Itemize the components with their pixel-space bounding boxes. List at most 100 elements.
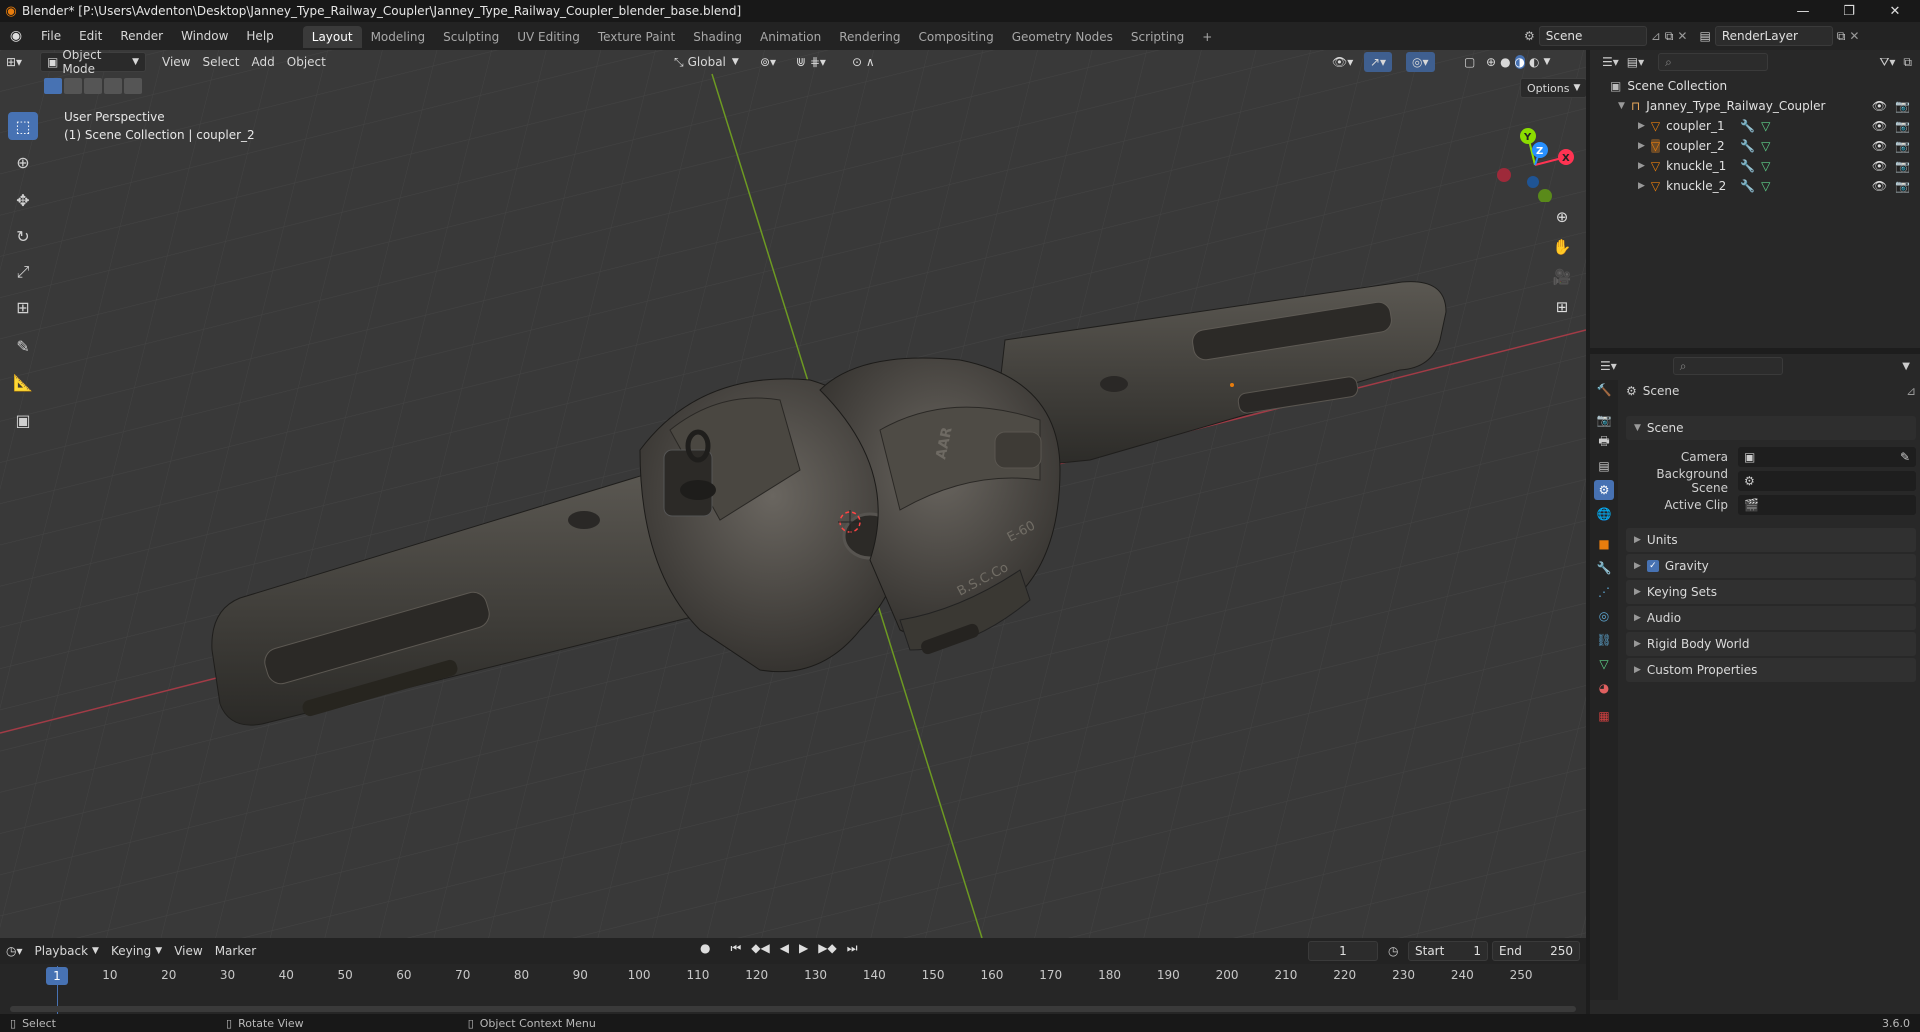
object-tab-icon[interactable]: ■ [1594, 534, 1614, 554]
new-scene-icon[interactable]: ⧉ [1665, 29, 1674, 44]
select-intersect-icon[interactable] [124, 78, 142, 94]
tab-layout[interactable]: Layout [302, 26, 362, 48]
playhead-frame[interactable]: 1 [46, 967, 68, 985]
modifier-icon[interactable]: 🔧 [1740, 139, 1755, 153]
scene-tab-icon[interactable]: ⚙ [1594, 480, 1614, 500]
overlays-toggle-icon[interactable]: ◎▾ [1406, 52, 1435, 72]
expand-down-icon[interactable]: ▼ [1618, 101, 1625, 111]
pin-icon[interactable]: ⊿ [1906, 384, 1916, 398]
timeline-ruler[interactable]: 10 20 30 40 50 60 70 80 90 100 110 120 130 140 150 160 1… [0, 964, 1586, 1014]
navigation-gizmo[interactable]: X Y Z [1490, 112, 1580, 202]
clock-icon[interactable]: ◷ [1388, 944, 1398, 958]
physics-tab-icon[interactable]: ◎ [1594, 606, 1614, 626]
panel-audio[interactable]: ▶ Audio [1626, 606, 1916, 630]
mesh-data-icon[interactable]: ▽ [1761, 179, 1770, 193]
outliner-item-coupler-2[interactable]: ▶ ▽ coupler_2 🔧 ▽ 👁 📷 [1590, 136, 1920, 156]
modifier-icon[interactable]: 🔧 [1740, 159, 1755, 173]
measure-tool-icon[interactable]: 📐 [8, 368, 38, 396]
expand-right-icon[interactable]: ▶ [1638, 121, 1645, 131]
menu-marker[interactable]: Marker [209, 941, 262, 961]
tab-texture-paint[interactable]: Texture Paint [589, 26, 684, 48]
tab-compositing[interactable]: Compositing [909, 26, 1002, 48]
panel-keying-sets[interactable]: ▶ Keying Sets [1626, 580, 1916, 604]
output-tab-icon[interactable]: 🖶 [1594, 432, 1614, 452]
options-dropdown[interactable]: Options ▼ [1520, 78, 1586, 98]
tab-uv-editing[interactable]: UV Editing [508, 26, 589, 48]
transform-tool-icon[interactable]: ⊞ [8, 293, 38, 321]
render-camera-icon[interactable]: 📷 [1895, 179, 1910, 193]
jump-start-icon[interactable]: ⏮ [730, 941, 741, 956]
tab-modeling[interactable]: Modeling [362, 26, 435, 48]
filter-icon[interactable]: ⛛▾ [1879, 55, 1895, 70]
gizmo-toggle-icon[interactable]: ↗▾ [1364, 52, 1393, 72]
add-workspace-button[interactable]: + [1193, 26, 1221, 48]
modifier-icon[interactable]: 🔧 [1740, 179, 1755, 193]
renderlayer-selector[interactable]: RenderLayer [1714, 26, 1833, 46]
mode-dropdown[interactable]: ▣ Object Mode ▼ [40, 50, 146, 76]
xray-icon[interactable]: ▢ [1458, 52, 1481, 72]
menu-object[interactable]: Object [281, 52, 332, 72]
select-new-icon[interactable] [44, 78, 62, 94]
ortho-grid-icon[interactable]: ⊞ [1549, 294, 1575, 320]
visibility-eye-icon[interactable]: 👁 [1872, 179, 1887, 193]
menu-select[interactable]: Select [196, 52, 245, 72]
modifier-icon[interactable]: 🔧 [1740, 119, 1755, 133]
outliner-editor-icon[interactable]: ☰▾ [1602, 55, 1619, 69]
tab-scripting[interactable]: Scripting [1122, 26, 1193, 48]
select-invert-icon[interactable] [104, 78, 122, 94]
outliner-item-knuckle-1[interactable]: ▶ ▽ knuckle_1 🔧 ▽ 👁 📷 [1590, 156, 1920, 176]
next-keyframe-icon[interactable]: ▶◆ [818, 941, 836, 956]
delete-scene-icon[interactable]: ✕ [1677, 29, 1687, 43]
play-icon[interactable]: ▶ [799, 941, 808, 956]
particles-tab-icon[interactable]: ⋰ [1594, 582, 1614, 602]
prev-keyframe-icon[interactable]: ◆◀ [751, 941, 769, 956]
material-tab-icon[interactable]: ◕ [1594, 678, 1614, 698]
panel-rigid-body-world[interactable]: ▶ Rigid Body World [1626, 632, 1916, 656]
world-tab-icon[interactable]: 🌐 [1594, 504, 1614, 524]
mesh-data-icon[interactable]: ▽ [1761, 119, 1770, 133]
proportional-edit-icon[interactable]: ⊙ ∧ [846, 52, 881, 72]
tab-animation[interactable]: Animation [751, 26, 830, 48]
new-layer-icon[interactable]: ⧉ [1837, 29, 1846, 44]
pin-icon[interactable]: ⊿ [1651, 29, 1661, 43]
mesh-data-icon[interactable]: ▽ [1761, 139, 1770, 153]
outliner-scene-collection[interactable]: ▣ Scene Collection [1590, 76, 1920, 96]
view-layer-tab-icon[interactable]: ▤ [1594, 456, 1614, 476]
visibility-eye-icon[interactable]: 👁 [1872, 119, 1887, 133]
panel-gravity[interactable]: ▶ ✓ Gravity [1626, 554, 1916, 578]
gravity-checkbox[interactable]: ✓ [1646, 560, 1659, 572]
render-camera-icon[interactable]: 📷 [1895, 139, 1910, 153]
texture-tab-icon[interactable]: ▦ [1594, 706, 1614, 726]
expand-right-icon[interactable]: ▶ [1638, 181, 1645, 191]
outliner-search-input[interactable]: ⌕ [1658, 53, 1769, 71]
panel-units[interactable]: ▶ Units [1626, 528, 1916, 552]
menu-help[interactable]: Help [237, 22, 282, 50]
annotate-tool-icon[interactable]: ✎ [8, 332, 38, 360]
tab-geometry-nodes[interactable]: Geometry Nodes [1003, 26, 1122, 48]
move-tool-icon[interactable]: ✥ [8, 186, 38, 214]
zoom-icon[interactable]: ⊕ [1549, 204, 1575, 230]
play-reverse-icon[interactable]: ◀ [780, 941, 789, 956]
minimize-button[interactable]: — [1780, 0, 1826, 22]
background-scene-field[interactable]: ⚙ [1738, 471, 1916, 491]
visibility-icon[interactable]: 👁▾ [1326, 52, 1359, 72]
orientation-dropdown[interactable]: ⤡ Global ▼ [668, 52, 745, 72]
close-button[interactable]: ✕ [1872, 0, 1918, 22]
tab-sculpting[interactable]: Sculpting [434, 26, 508, 48]
camera-field[interactable]: ▣ ✎ [1738, 447, 1916, 467]
current-frame-field[interactable]: 1 [1308, 941, 1378, 961]
outliner-item-coupler-1[interactable]: ▶ ▽ coupler_1 🔧 ▽ 👁 📷 [1590, 116, 1920, 136]
cursor-tool-icon[interactable]: ⊕ [8, 148, 38, 176]
record-icon[interactable]: ● [700, 941, 710, 956]
3d-viewport[interactable]: AAR E-60 B.S.C.Co ⊞▾ ▣ Object Mode ▼ View … [0, 50, 1586, 938]
timeline-editor-icon[interactable]: ◷▾ [0, 941, 29, 961]
blender-menu-icon[interactable]: ◉ [0, 28, 32, 44]
scale-tool-icon[interactable]: ⤢ [8, 258, 38, 286]
render-tab-icon[interactable]: 📷 [1594, 410, 1614, 430]
expand-right-icon[interactable]: ▶ [1638, 141, 1645, 151]
select-extend-icon[interactable] [64, 78, 82, 94]
constraints-tab-icon[interactable]: ⛓ [1594, 630, 1614, 650]
jump-end-icon[interactable]: ⏭ [847, 941, 858, 956]
pivot-icon[interactable]: ⊚▾ [754, 52, 782, 72]
visibility-eye-icon[interactable]: 👁 [1872, 99, 1887, 113]
